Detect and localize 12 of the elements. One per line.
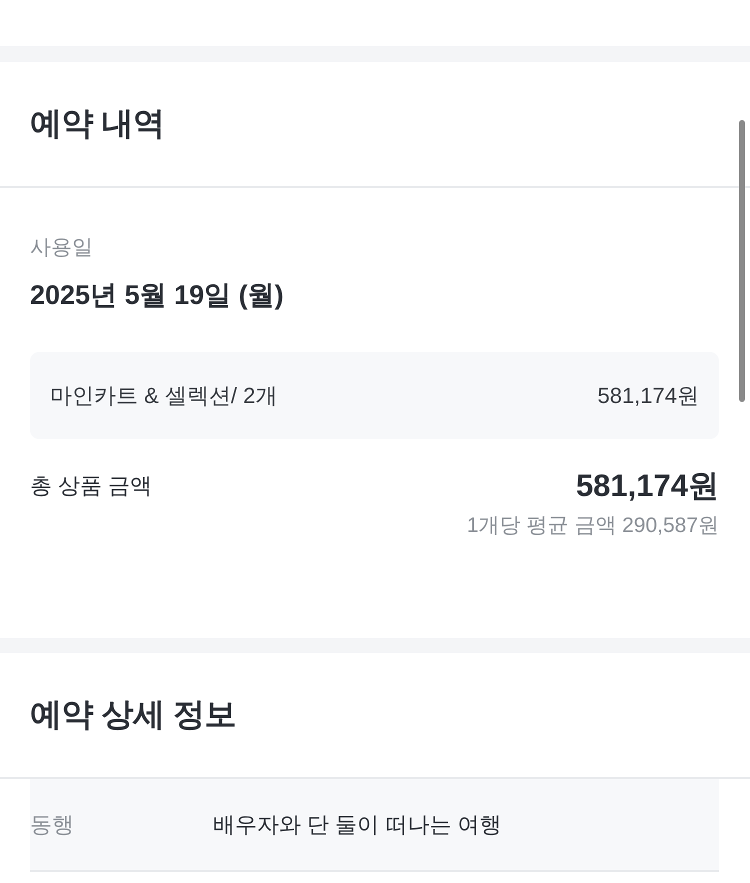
scrollbar-thumb[interactable] [739,120,745,402]
product-price: 581,174원 [597,382,699,410]
usage-date-label: 사용일 [30,235,93,261]
detail-label: 동행 [30,810,75,838]
product-name: 마인카트 & 셀렉션/ 2개 [50,382,278,410]
usage-date: 2025년 5월 19일 (월) [30,279,284,312]
detail-value: 배우자와 단 둘이 떠나는 여행 [213,810,502,838]
average-price: 1개당 평균 금액 290,587원 [466,513,719,539]
total-label: 총 상품 금액 [30,472,152,500]
section-title: 예약 내역 [30,104,164,143]
section-title: 예약 상세 정보 [30,695,236,734]
total-amount: 581,174원 [576,467,719,505]
